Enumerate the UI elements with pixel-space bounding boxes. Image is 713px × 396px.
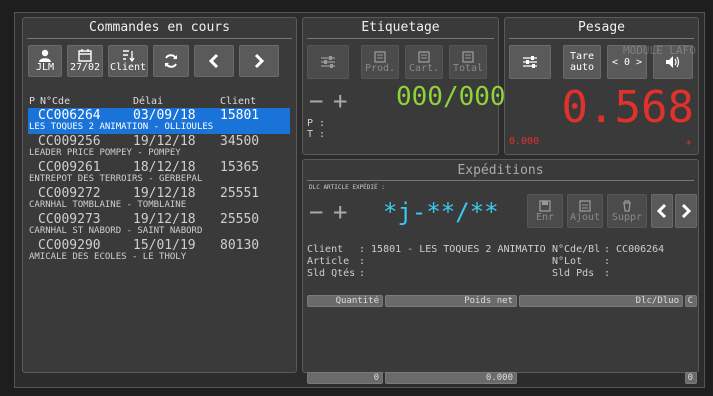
order-row[interactable]: CC006264 03/09/18 15801 LES TOQUES 2 ANI… xyxy=(28,108,290,134)
stable-indicator: * xyxy=(685,138,692,151)
calendar-icon xyxy=(78,49,92,62)
sort-icon xyxy=(123,49,135,62)
column-poids-net[interactable]: Poids net xyxy=(385,295,517,307)
speaker-icon xyxy=(666,56,680,68)
add-icon xyxy=(579,199,591,212)
tare-auto-button[interactable]: Tare auto xyxy=(563,45,601,79)
sld-qtes-value: : xyxy=(359,268,366,279)
etiquetage-plus-button[interactable]: + xyxy=(333,87,347,115)
total-c: 0 xyxy=(685,372,697,384)
user-icon xyxy=(39,49,51,62)
expeditions-title: Expéditions xyxy=(457,163,544,178)
chevron-left-icon xyxy=(657,203,667,219)
commandes-title: Commandes en cours xyxy=(89,20,230,35)
list-header: P N°Cde Délai Client xyxy=(28,96,290,108)
client-value: : 15801 - LES TOQUES 2 ANIMATIO xyxy=(359,244,546,255)
expeditions-panel: Expéditions DLC ARTICLE EXPÉDIÉ : − + *j… xyxy=(302,159,699,384)
client-label: Client xyxy=(307,244,344,255)
client-label: Client xyxy=(109,61,147,73)
header-code: N°Cde xyxy=(40,96,71,107)
tare-label-1: Tare xyxy=(569,51,595,62)
cart-button[interactable]: Cart. xyxy=(405,45,443,79)
ajout-button[interactable]: Ajout xyxy=(567,194,603,228)
next-button[interactable] xyxy=(239,45,279,77)
tare-label-2: auto xyxy=(569,62,595,73)
dlc-plus-button[interactable]: + xyxy=(333,198,347,226)
ncde-value: : CC006264 xyxy=(604,244,665,255)
pesage-panel: Pesage Tare auto < 0 > MODULE LAFO 0.568… xyxy=(504,17,699,155)
p-label: P : xyxy=(307,118,326,129)
refresh-button[interactable] xyxy=(153,45,189,77)
order-row[interactable]: CC009261 18/12/18 15365 ENTREPOT DES TER… xyxy=(28,160,290,186)
nlot-value: : xyxy=(604,256,611,267)
label-icon xyxy=(418,50,430,63)
commandes-panel: Commandes en cours JLM 27/02 Client P N°… xyxy=(22,17,297,373)
label-icon xyxy=(462,50,474,63)
module-watermark: MODULE LAFO xyxy=(623,44,696,57)
suppr-label: Suppr xyxy=(611,211,643,223)
etiquetage-panel: Etiquetage Prod. Cart. Total − + 000/000… xyxy=(302,17,506,155)
order-row[interactable]: CC009256 19/12/18 34500 LEADER PRICE POM… xyxy=(28,134,290,160)
order-row[interactable]: CC009273 19/12/18 25550 CARNHAL ST NABOR… xyxy=(28,212,290,238)
tare-value: 0.000 xyxy=(509,136,540,147)
ncde-label: N°Cde/Bl xyxy=(552,244,601,255)
chevron-right-icon xyxy=(254,53,264,69)
exp-previous-button[interactable] xyxy=(651,194,673,228)
total-label: Total xyxy=(452,62,484,74)
trash-icon xyxy=(623,199,631,212)
app-window: Commandes en cours JLM 27/02 Client P N°… xyxy=(14,12,705,388)
user-label: JLM xyxy=(35,62,55,73)
nlot-label: N°Lot xyxy=(552,256,583,267)
column-c[interactable]: C xyxy=(685,295,697,307)
order-row[interactable]: CC009290 15/01/19 80130 AMICALE DES ECOL… xyxy=(28,238,290,264)
dlc-label: DLC ARTICLE EXPÉDIÉ : xyxy=(309,184,385,191)
etiquetage-title: Etiquetage xyxy=(361,20,440,35)
column-quantite[interactable]: Quantité xyxy=(307,295,383,307)
date-label: 27/02 xyxy=(69,62,101,73)
chevron-left-icon xyxy=(209,53,219,69)
enr-button[interactable]: Enr xyxy=(527,194,563,228)
dlc-minus-button[interactable]: − xyxy=(309,198,323,226)
cart-label: Cart. xyxy=(408,62,440,74)
chevron-right-icon xyxy=(681,203,691,219)
sliders-icon xyxy=(523,56,537,68)
date-button[interactable]: 27/02 xyxy=(67,45,103,77)
pesage-settings-button[interactable] xyxy=(509,45,551,79)
prod-label: Prod. xyxy=(364,62,396,74)
header-client: Client xyxy=(220,96,257,107)
enr-label: Enr xyxy=(535,211,555,223)
header-p: P xyxy=(29,96,36,107)
total-button[interactable]: Total xyxy=(449,45,487,79)
exp-next-button[interactable] xyxy=(675,194,697,228)
etiquetage-settings-button[interactable] xyxy=(307,45,349,79)
refresh-icon xyxy=(165,54,177,68)
total-poids-net: 0.000 xyxy=(385,372,517,384)
header-delai: Délai xyxy=(133,96,164,107)
dlc-value: *j-**/** xyxy=(383,198,499,226)
zero-label: < 0 > xyxy=(611,56,643,68)
sld-pds-value: : xyxy=(604,268,611,279)
label-counter: 000/000 xyxy=(396,82,506,112)
t-label: T : xyxy=(307,129,326,140)
suppr-button[interactable]: Suppr xyxy=(607,194,647,228)
ajout-label: Ajout xyxy=(569,211,601,223)
save-icon xyxy=(539,199,551,212)
previous-button[interactable] xyxy=(194,45,234,77)
etiquetage-minus-button[interactable]: − xyxy=(309,87,323,115)
order-row[interactable]: CC009272 19/12/18 25551 CARNHAL TOMBLAIN… xyxy=(28,186,290,212)
sliders-icon xyxy=(321,56,335,68)
total-quantite: 0 xyxy=(307,372,383,384)
prod-button[interactable]: Prod. xyxy=(361,45,399,79)
user-button[interactable]: JLM xyxy=(28,45,62,77)
sort-client-button[interactable]: Client xyxy=(108,45,148,77)
label-icon xyxy=(374,50,386,63)
sld-qtes-label: Sld Qtés xyxy=(307,268,356,279)
weight-display: 0.568 xyxy=(561,82,694,133)
pesage-title: Pesage xyxy=(578,20,625,35)
article-value: : xyxy=(359,256,366,267)
column-dlc-dluo[interactable]: Dlc/Dluo xyxy=(519,295,683,307)
article-label: Article xyxy=(307,256,350,267)
sld-pds-label: Sld Pds xyxy=(552,268,595,279)
